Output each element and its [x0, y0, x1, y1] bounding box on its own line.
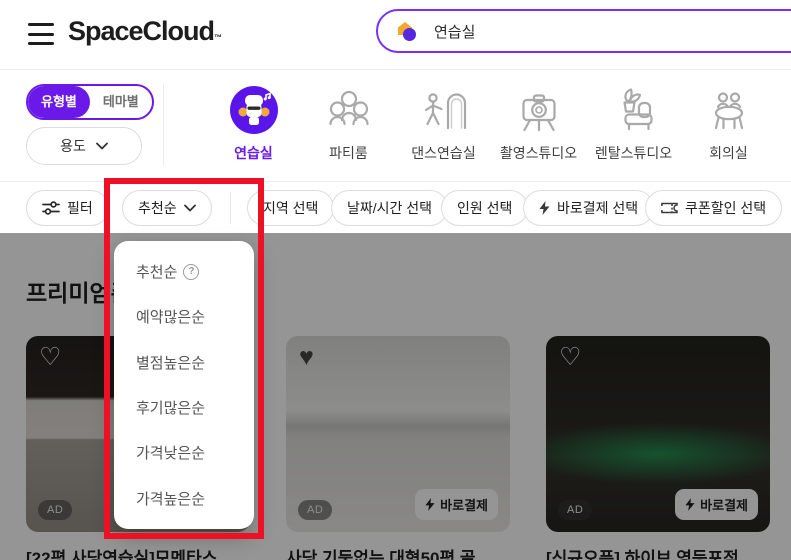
usage-dropdown[interactable]: 용도	[26, 127, 142, 165]
sort-option-recommended[interactable]: 추천순 ?	[114, 249, 254, 294]
sort-option-label: 추천순	[136, 261, 177, 282]
category-section: 유형별 테마별 용도	[0, 70, 791, 182]
type-theme-toggle: 유형별 테마별	[26, 84, 154, 120]
headcount-label: 인원 선택	[457, 198, 512, 218]
sort-option-highest-rating[interactable]: 별점높은순	[114, 340, 254, 385]
search-input[interactable]: 연습실	[376, 9, 791, 53]
category-party-room[interactable]: 파티룸	[301, 86, 396, 163]
category-list: 연습실 파티룸	[206, 86, 776, 163]
category-meeting-room[interactable]: 회의실	[681, 86, 776, 163]
instant-payment-label: 바로결제 선택	[557, 198, 638, 218]
sort-option-price-low[interactable]: 가격낮은순	[114, 430, 254, 475]
coupon-select-button[interactable]: 쿠폰할인 선택	[645, 190, 782, 226]
lightning-icon	[539, 201, 550, 215]
filter-bar: 필터 추천순 지역 선택 날짜/시간 선택 인원 선택 바로결제 선택	[0, 182, 791, 234]
region-select-button[interactable]: 지역 선택	[247, 190, 334, 226]
filter-button[interactable]: 필터	[26, 190, 109, 226]
sort-option-most-reviews[interactable]: 후기많은순	[114, 385, 254, 430]
sort-option-label: 후기많은순	[136, 397, 205, 418]
sort-option-most-booked[interactable]: 예약많은순	[114, 294, 254, 339]
sort-option-label: 별점높은순	[136, 352, 205, 373]
sort-option-label: 예약많은순	[136, 306, 205, 327]
filter-label: 필터	[67, 198, 93, 218]
header: SpaceCloud™ 연습실	[0, 0, 791, 70]
divider	[230, 192, 231, 224]
instant-payment-select-button[interactable]: 바로결제 선택	[523, 190, 654, 226]
meeting-room-icon	[705, 86, 753, 134]
search-query-text: 연습실	[434, 21, 475, 42]
logo-trademark: ™	[214, 33, 221, 42]
region-label: 지역 선택	[263, 198, 318, 218]
sort-label: 추천순	[138, 198, 177, 218]
headcount-select-button[interactable]: 인원 선택	[441, 190, 528, 226]
datetime-label: 날짜/시간 선택	[347, 198, 432, 218]
category-label: 촬영스튜디오	[500, 143, 577, 163]
sort-option-label: 가격낮은순	[136, 442, 205, 463]
home-icon	[394, 18, 420, 44]
page: SpaceCloud™ 연습실 유형별 테마별 용도	[0, 0, 791, 560]
hamburger-menu-icon[interactable]	[28, 23, 54, 45]
category-label: 연습실	[234, 143, 273, 163]
photo-studio-icon	[515, 86, 563, 134]
category-label: 파티룸	[329, 143, 368, 163]
tab-by-theme[interactable]: 테마별	[90, 86, 152, 118]
coupon-label: 쿠폰할인 선택	[685, 198, 766, 218]
category-photo-studio[interactable]: 촬영스튜디오	[491, 86, 586, 163]
coupon-icon	[661, 202, 678, 215]
usage-label: 용도	[60, 136, 86, 156]
help-icon[interactable]: ?	[183, 264, 199, 280]
category-rental-studio[interactable]: 렌탈스튜디오	[586, 86, 681, 163]
category-label: 렌탈스튜디오	[595, 143, 672, 163]
logo-text: SpaceCloud	[68, 16, 214, 46]
sort-button[interactable]: 추천순	[122, 190, 212, 226]
sort-option-price-high[interactable]: 가격높은순	[114, 476, 254, 521]
dance-studio-icon	[420, 86, 468, 134]
divider	[163, 84, 164, 166]
datetime-select-button[interactable]: 날짜/시간 선택	[331, 190, 448, 226]
category-dance-studio[interactable]: 댄스연습실	[396, 86, 491, 163]
sliders-icon	[42, 200, 60, 216]
category-label: 회의실	[709, 143, 748, 163]
chevron-down-icon	[96, 142, 108, 150]
chevron-down-icon	[184, 204, 196, 212]
party-room-icon	[325, 86, 373, 134]
logo[interactable]: SpaceCloud™	[68, 16, 221, 47]
sort-option-label: 가격높은순	[136, 488, 205, 509]
rental-studio-icon	[610, 86, 658, 134]
sort-dropdown-menu: 추천순 ? 예약많은순 별점높은순 후기많은순 가격낮은순 가격높은순	[114, 241, 254, 529]
category-practice-room[interactable]: 연습실	[206, 86, 301, 163]
category-label: 댄스연습실	[411, 143, 475, 163]
practice-room-icon	[230, 86, 278, 134]
tab-by-type[interactable]: 유형별	[28, 86, 90, 118]
